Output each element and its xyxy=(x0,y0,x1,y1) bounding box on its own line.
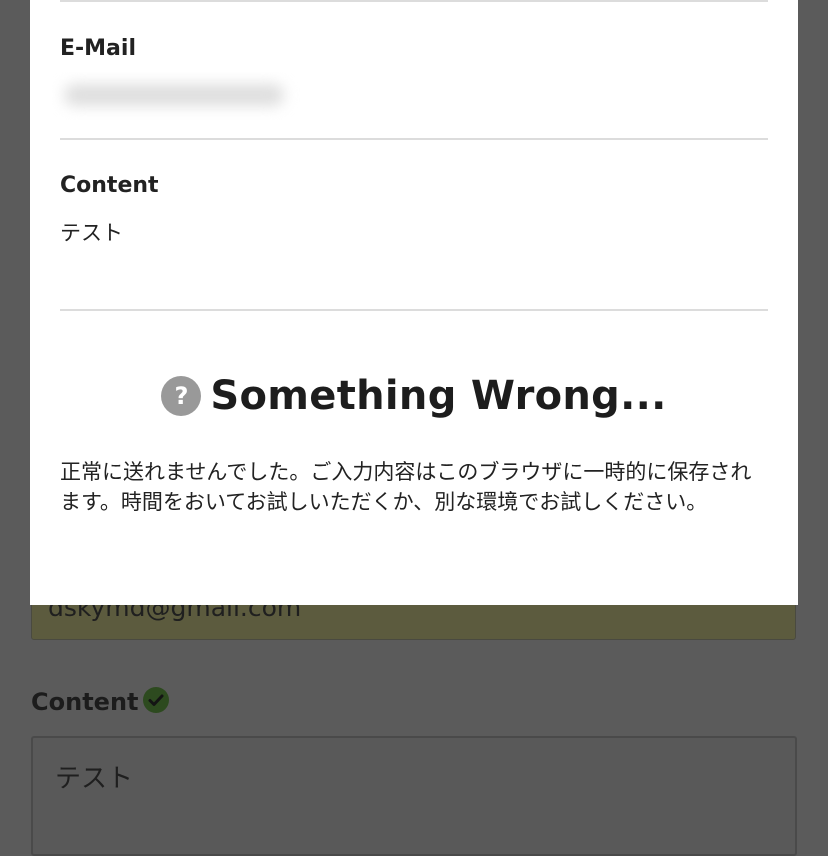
error-modal: E-Mail Content テスト ? Something Wrong... … xyxy=(30,0,798,605)
content-textarea[interactable]: テスト xyxy=(31,736,797,856)
content-value: テスト xyxy=(60,221,123,245)
email-value-redacted xyxy=(52,72,302,120)
question-circle-icon: ? xyxy=(161,376,202,416)
content-textarea-value: テスト xyxy=(55,764,134,794)
divider xyxy=(60,138,768,140)
error-title: Something Wrong... xyxy=(210,373,667,419)
error-message: 正常に送れませんでした。ご入力内容はこのブラウザに一時的に保存されます。時間をお… xyxy=(60,460,752,514)
content-label: Content xyxy=(60,173,159,198)
divider xyxy=(60,309,768,311)
email-label: E-Mail xyxy=(60,36,136,61)
check-circle-icon xyxy=(143,687,169,713)
divider xyxy=(60,0,768,2)
content-label: Content xyxy=(31,688,139,716)
error-heading: ? Something Wrong... xyxy=(30,373,798,419)
